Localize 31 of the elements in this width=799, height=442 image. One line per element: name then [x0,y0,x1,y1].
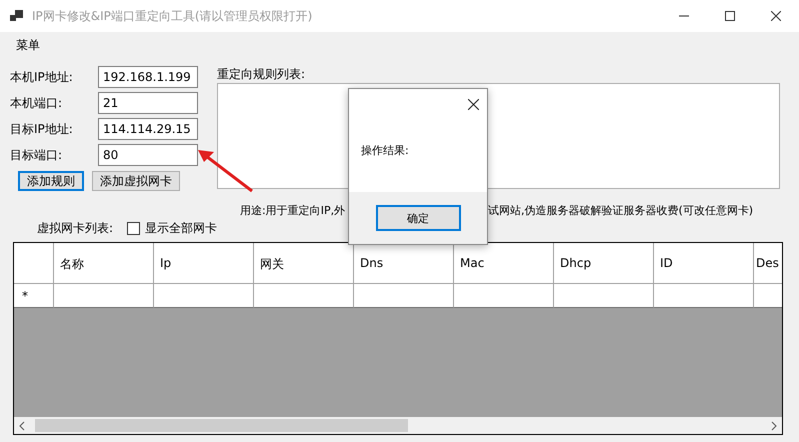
field-label: 目标IP地址: [10,120,74,138]
close-icon [771,11,781,21]
table-cell[interactable] [454,284,554,308]
table-cell[interactable] [254,284,354,308]
ok-button[interactable]: 确定 [376,205,460,231]
table-cell[interactable] [554,284,654,308]
table-cell[interactable] [154,284,254,308]
maximize-icon [725,11,735,21]
dialog-message: 操作结果: [361,143,410,159]
horizontal-scrollbar[interactable] [14,417,782,434]
field-label: 目标端口: [10,146,64,164]
input-field[interactable]: 114.114.29.15 [98,118,198,140]
minimize-icon [679,15,689,17]
add-rule-button[interactable]: 添加规则 [18,171,84,191]
table-cell[interactable] [354,284,454,308]
field-label: 本机IP地址: [10,68,74,86]
description-text: 试网站,伪造服务器破解验证服务器收费(可改任意网卡) [488,202,754,218]
menu-item[interactable]: 菜单 [10,36,46,54]
description-text: 用途:用于重定向IP,外 [240,202,346,218]
list-label: 虚拟网卡列表: [37,220,114,236]
close-icon[interactable] [468,98,479,110]
field-label: 本机端口: [10,94,64,112]
input-field[interactable]: 80 [98,144,198,166]
window-title: IP网卡修改&IP端口重定向工具(请以管理员权限打开) [32,8,314,24]
show-all-checkbox[interactable]: 显示全部网卡 [127,220,218,236]
table-cell[interactable] [654,284,754,308]
table-cell[interactable] [54,284,154,308]
add-adapter-button[interactable]: 添加虚拟网卡 [92,171,180,191]
input-field[interactable]: 192.168.1.199 [98,66,198,88]
app-icon [10,9,24,23]
input-field[interactable]: 21 [98,92,198,114]
